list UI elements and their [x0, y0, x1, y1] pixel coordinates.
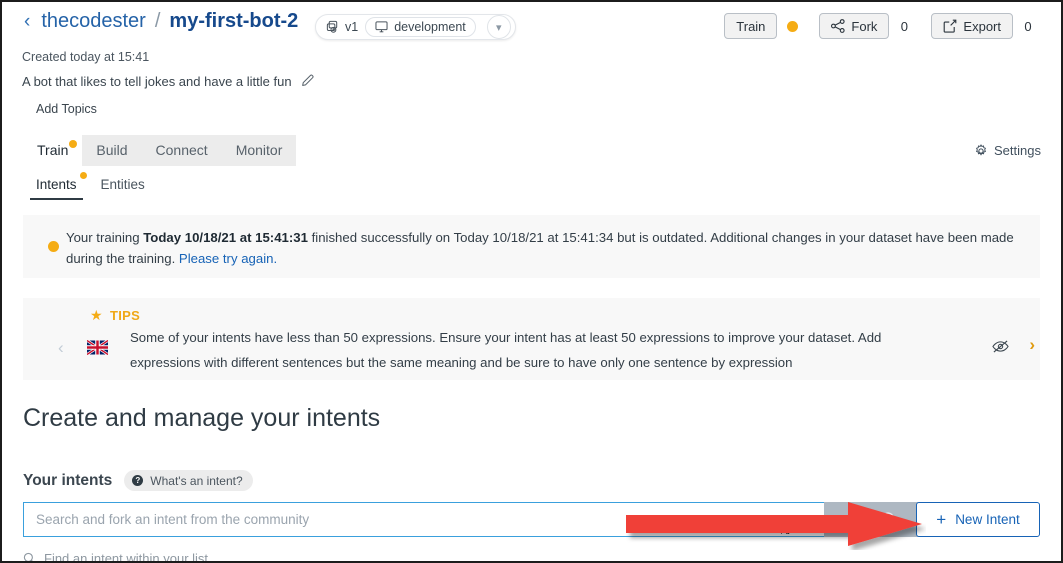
gear-icon: [975, 143, 987, 156]
pencil-icon[interactable]: [301, 73, 315, 90]
new-intent-button[interactable]: + New Intent: [916, 502, 1040, 537]
whats-an-intent-label: What's an intent?: [150, 473, 243, 488]
amber-dot-icon: [48, 241, 59, 252]
tab-connect[interactable]: Connect: [142, 135, 222, 166]
breadcrumb: ‹ thecodester / my-first-bot-2: [22, 10, 298, 33]
fork-button[interactable]: Fork: [819, 13, 890, 39]
your-intents-header: Your intents ? What's an intent?: [23, 470, 253, 491]
training-text-prefix: Your training: [66, 230, 144, 245]
train-button[interactable]: Train: [724, 13, 778, 39]
train-status-indicator: [777, 13, 808, 39]
export-button-group: Export 0: [931, 13, 1043, 39]
try-again-link[interactable]: Please try again.: [179, 251, 277, 266]
find-intent-label: Find an intent within your list: [44, 551, 209, 563]
main-tabs: Train Build Connect Monitor: [23, 135, 297, 166]
search-input[interactable]: [23, 502, 824, 537]
export-icon: [944, 19, 957, 33]
subtab-intents-label: Intents: [36, 177, 77, 192]
fork-button-group: Fork 0: [819, 13, 920, 39]
back-chevron-icon[interactable]: ‹: [22, 12, 32, 31]
amber-dot-icon: [786, 20, 798, 32]
add-topics-button[interactable]: Add Topics: [36, 102, 315, 116]
tab-train-label: Train: [37, 142, 69, 158]
version-label: v1: [345, 20, 359, 34]
eye-off-icon[interactable]: [992, 339, 1009, 359]
version-indicator[interactable]: v1: [325, 20, 358, 34]
tips-label: TIPS: [110, 308, 141, 323]
tips-prev-chevron-icon[interactable]: ‹: [58, 339, 64, 356]
tab-build-label: Build: [96, 142, 128, 158]
created-date: Created today at 15:41: [22, 50, 150, 64]
training-status-banner: Your training Today 10/18/21 at 15:41:31…: [23, 215, 1040, 278]
monitor-icon: [375, 21, 388, 33]
tab-train[interactable]: Train: [23, 135, 83, 166]
header-actions: Train Fork 0 Export 0: [724, 13, 1043, 39]
search-submit-button[interactable]: [824, 502, 924, 537]
find-intent-row[interactable]: Find an intent within your list: [23, 551, 209, 563]
settings-button[interactable]: Settings: [974, 143, 1041, 158]
export-button-label: Export: [963, 18, 1001, 34]
breadcrumb-separator: /: [154, 10, 161, 32]
search-icon: [23, 552, 33, 561]
sub-tabs: Intents Entities: [24, 170, 157, 200]
subtab-intents-dot-icon: [79, 172, 87, 179]
fork-count: 0: [889, 13, 920, 39]
intent-search-row: + New Intent: [23, 502, 1040, 537]
train-button-label: Train: [736, 18, 766, 34]
whats-an-intent-badge[interactable]: ? What's an intent?: [124, 470, 253, 491]
page-root: ‹ thecodester / my-first-bot-2 v1 develo…: [2, 2, 1061, 561]
subtab-entities-label: Entities: [100, 177, 145, 192]
bot-meta: Created today at 15:41 A bot that likes …: [22, 50, 315, 116]
tips-next-chevron-icon[interactable]: ›: [1029, 336, 1035, 353]
search-icon-secondary: [882, 512, 898, 528]
export-count: 0: [1013, 13, 1043, 39]
app-header: ‹ thecodester / my-first-bot-2 v1 develo…: [2, 2, 1061, 50]
fork-button-label: Fork: [851, 18, 878, 34]
bot-description-row: A bot that likes to tell jokes and have …: [22, 73, 315, 90]
help-icon: ?: [132, 475, 144, 486]
star-icon: ★: [90, 307, 103, 323]
plus-icon: +: [936, 510, 947, 529]
export-button[interactable]: Export: [931, 13, 1013, 39]
tab-train-dot-icon: [69, 140, 78, 148]
train-button-group: Train: [724, 13, 808, 39]
training-status-text: Your training Today 10/18/21 at 15:41:31…: [66, 227, 1020, 269]
subtab-entities[interactable]: Entities: [89, 170, 157, 200]
breadcrumb-bot-name[interactable]: my-first-bot-2: [169, 10, 298, 33]
tab-build[interactable]: Build: [82, 135, 141, 166]
tab-connect-label: Connect: [155, 142, 208, 158]
versions-icon: [326, 20, 338, 33]
new-intent-label: New Intent: [955, 512, 1020, 527]
environment-selector[interactable]: v1 development ▾: [315, 14, 516, 40]
uk-flag-icon: [87, 340, 108, 355]
tab-monitor-label: Monitor: [235, 142, 283, 158]
app-window: ‹ thecodester / my-first-bot-2 v1 develo…: [0, 0, 1063, 563]
settings-label: Settings: [994, 143, 1041, 158]
tips-text: Some of your intents have less than 50 e…: [130, 330, 882, 370]
search-icon: [851, 512, 867, 528]
bot-description: A bot that likes to tell jokes and have …: [22, 74, 292, 89]
page-title: Create and manage your intents: [23, 404, 381, 432]
tab-monitor[interactable]: Monitor: [222, 135, 297, 166]
breadcrumb-owner[interactable]: thecodester: [41, 10, 146, 33]
training-timestamp-start: Today 10/18/21 at 15:41:31: [143, 230, 308, 245]
environment-chip[interactable]: development: [365, 17, 476, 37]
environment-label: development: [394, 20, 466, 34]
chevron-down-icon[interactable]: ▾: [486, 15, 511, 39]
subtab-intents[interactable]: Intents: [24, 170, 89, 200]
your-intents-label: Your intents: [23, 471, 113, 489]
fork-icon: [831, 19, 846, 33]
text-cursor-icon: ℕ: [780, 522, 791, 537]
